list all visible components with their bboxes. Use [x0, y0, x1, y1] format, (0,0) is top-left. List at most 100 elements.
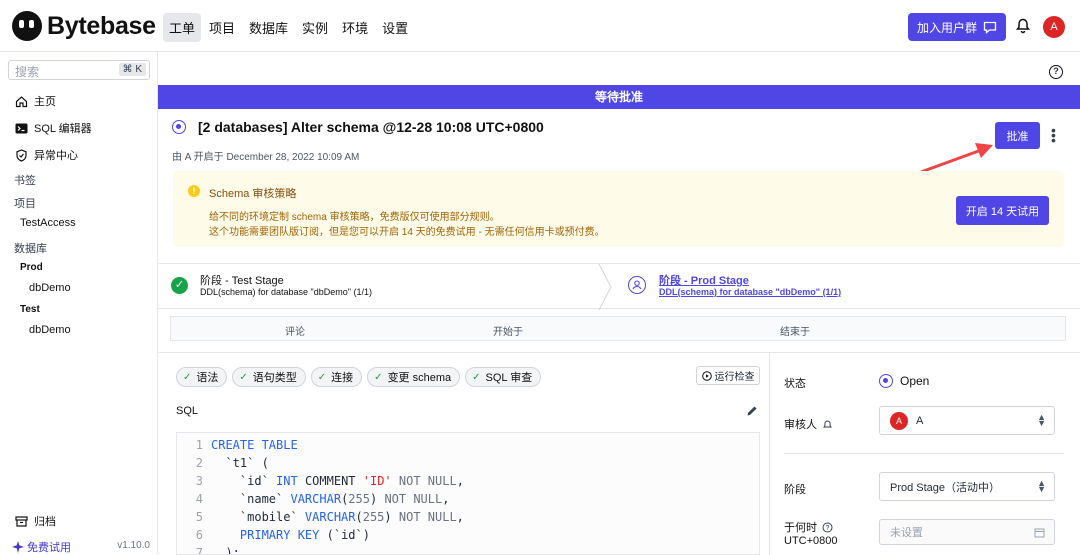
check-chip-label: 语法	[196, 372, 219, 384]
home-icon	[15, 95, 28, 107]
checkmark-icon: ✓	[472, 371, 481, 383]
logo[interactable]: Bytebase	[12, 11, 156, 41]
top-bar: Bytebase 工单 项目 数据库 实例 环境 设置 加入用户群 A	[0, 0, 1080, 52]
reviewer-name: A	[916, 414, 924, 427]
free-trial-link[interactable]: 免费试用	[12, 539, 71, 555]
sidebar-env-test[interactable]: Test	[20, 304, 40, 315]
start-trial-button[interactable]: 开启 14 天试用	[956, 196, 1049, 225]
sidebar: 搜索 ⌘ K 主页 SQL 编辑器 异常中心 书签 项目 TestAccess …	[0, 52, 158, 554]
reviewer-select[interactable]: A A ▲ ▼	[879, 406, 1055, 435]
sidebar-item-home[interactable]: 主页	[15, 93, 56, 109]
status-value: Open	[879, 374, 929, 388]
check-chip-schema-change[interactable]: ✓ 变更 schema	[367, 367, 461, 387]
sidebar-item-anomaly-center[interactable]: 异常中心	[15, 147, 78, 163]
sidebar-item-db-prod[interactable]: dbDemo	[29, 282, 71, 294]
check-chip-label: 连接	[331, 372, 354, 384]
sidebar-item-sql-editor[interactable]: SQL 编辑器	[15, 120, 92, 136]
stage-select[interactable]: Prod Stage（活动中） ▲ ▼	[879, 472, 1055, 501]
nav-item-databases[interactable]: 数据库	[243, 13, 294, 42]
search-placeholder: 搜索	[15, 65, 40, 79]
notice-line: 给不同的环境定制 schema 审核策略，免费版仅可使用部分规则。	[209, 212, 500, 223]
checkmark-icon: ✓	[374, 371, 383, 383]
databases-heading: 数据库	[14, 243, 47, 255]
stage-title[interactable]: 阶段 - Test Stage	[200, 272, 284, 288]
reviewer-label-group: 审核人	[784, 416, 833, 432]
when-label-group: 于何时 ?	[784, 519, 833, 535]
nav-item-settings[interactable]: 设置	[376, 13, 414, 42]
reviewer-avatar: A	[890, 411, 908, 430]
sidebar-item-label: 主页	[34, 96, 56, 108]
when-placeholder: 未设置	[890, 527, 923, 539]
run-checks-button[interactable]: 运行检查	[696, 366, 760, 385]
issue-title[interactable]: [2 databases] Alter schema @12-28 10:08 …	[198, 119, 544, 135]
nav-item-issues[interactable]: 工单	[163, 13, 202, 42]
check-chip-label: 语句类型	[252, 372, 297, 384]
status-label: 状态	[784, 378, 806, 390]
check-chip-syntax[interactable]: ✓ 语法	[176, 367, 228, 387]
more-vertical-icon[interactable]: • • •	[1051, 123, 1056, 147]
user-avatar[interactable]: A	[1043, 16, 1065, 38]
chevron-up-down-icon: ▲ ▼	[1037, 412, 1046, 428]
sql-line: 5 `mobile` VARCHAR(255) NOT NULL,	[195, 510, 464, 524]
issue-subtitle: 由 A 开启于 December 28, 2022 10:09 AM	[172, 152, 360, 163]
column-header-comment: 评论	[285, 327, 305, 338]
projects-heading: 项目	[14, 198, 36, 210]
nav-item-environments[interactable]: 环境	[336, 13, 374, 42]
sql-editor[interactable]: 1 CREATE TABLE 2 `t1` ( 3 `id` INT COMMEN…	[176, 432, 760, 555]
check-chips: ✓ 语法 ✓ 语句类型 ✓ 连接 ✓ 变更 schema ✓ SQL 审查	[176, 367, 542, 387]
sidebar-item-label: SQL 编辑器	[34, 123, 92, 135]
play-circle-icon	[701, 370, 712, 381]
stage-subtitle: DDL(schema) for database "dbDemo" (1/1)	[200, 287, 372, 297]
nav-item-instances[interactable]: 实例	[296, 13, 334, 42]
issue-detail: ? 等待批准 [2 databases] Alter schema @12-28…	[158, 52, 1080, 555]
version-label: v1.10.0	[117, 540, 150, 551]
sidebar-env-prod[interactable]: Prod	[20, 262, 43, 273]
stage-separator-chevron-icon	[598, 264, 612, 310]
shield-icon	[16, 148, 27, 162]
column-header-ended: 结束于	[780, 327, 810, 338]
stage-title[interactable]: 阶段 - Prod Stage	[659, 272, 749, 288]
bytebase-logo-icon	[12, 11, 42, 41]
pencil-icon[interactable]	[746, 405, 758, 417]
checkmark-icon: ✓	[317, 371, 327, 383]
check-chip-sql-review[interactable]: ✓ SQL 审查	[465, 367, 542, 387]
sql-line: 1 CREATE TABLE	[195, 438, 298, 452]
check-circle-icon: ✓	[171, 277, 188, 294]
check-chip-statement-type[interactable]: ✓ 语句类型	[232, 367, 306, 387]
nav-item-projects[interactable]: 项目	[203, 13, 241, 42]
sparkles-icon	[12, 541, 24, 553]
sql-line: 4 `name` VARCHAR(255) NOT NULL,	[195, 492, 450, 506]
join-community-button[interactable]: 加入用户群	[908, 13, 1006, 41]
sql-line: 7 );	[195, 546, 240, 555]
issue-status-icon	[172, 120, 186, 134]
check-chip-connection[interactable]: ✓ 连接	[310, 367, 363, 387]
reviewer-label: 审核人	[784, 419, 817, 431]
sql-label: SQL	[176, 405, 199, 417]
when-datetime-input[interactable]: 未设置	[879, 519, 1055, 545]
warning-icon: !	[188, 185, 200, 197]
when-timezone: UTC+0800	[784, 535, 838, 547]
checkmark-icon: ✓	[183, 371, 192, 383]
when-label: 于何时	[784, 522, 817, 534]
search-input[interactable]: 搜索 ⌘ K	[8, 60, 150, 80]
sidebar-item-archive[interactable]: 归档	[15, 513, 56, 529]
approve-button[interactable]: 批准	[995, 122, 1040, 149]
brand-name: Bytebase	[47, 11, 156, 40]
chevron-up-down-icon: ▲ ▼	[1037, 478, 1046, 494]
svg-text:?: ?	[826, 525, 830, 532]
sidebar-item-project-testaccess[interactable]: TestAccess	[20, 217, 76, 229]
stage-subtitle[interactable]: DDL(schema) for database "dbDemo" (1/1)	[659, 287, 841, 297]
terminal-icon	[15, 123, 28, 133]
sidebar-footer: 免费试用 v1.10.0	[0, 537, 158, 554]
sidebar-item-db-test[interactable]: dbDemo	[29, 324, 71, 336]
status-banner: 等待批准	[158, 85, 1080, 109]
help-icon[interactable]: ?	[1049, 65, 1063, 79]
check-chip-label: 变更 schema	[387, 372, 452, 384]
check-chip-label: SQL 审查	[485, 372, 533, 384]
alarm-bell-icon	[822, 419, 833, 427]
bell-icon[interactable]	[1015, 18, 1031, 34]
run-checks-label: 运行检查	[714, 372, 755, 383]
task-content: ✓ 语法 ✓ 语句类型 ✓ 连接 ✓ 变更 schema ✓ SQL 审查 运行检查 SQ…	[158, 352, 1080, 555]
schema-review-notice: ! Schema 审核策略 给不同的环境定制 schema 审核策略，免费版仅可…	[173, 171, 1064, 247]
status-text: Open	[900, 374, 930, 388]
